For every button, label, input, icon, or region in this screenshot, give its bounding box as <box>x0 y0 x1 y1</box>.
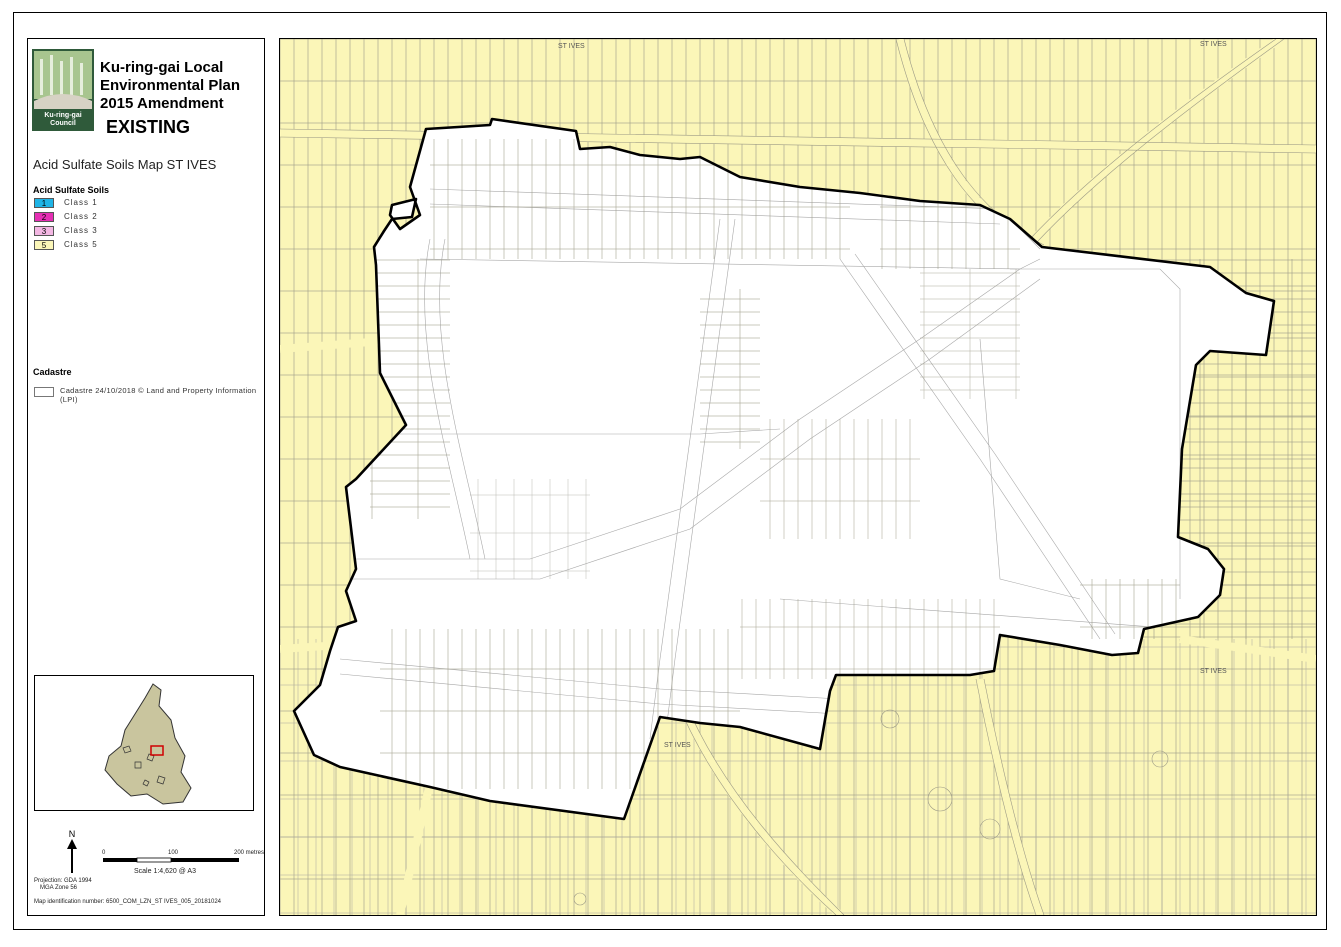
map-frame[interactable]: ST IVES ST IVES ST IVES ST IVES <box>279 38 1317 916</box>
plan-title-line1: Ku-ring-gai Local <box>100 59 224 76</box>
class-1-label: Class 1 <box>64 198 98 207</box>
plan-title-line3: 2015 Amendment <box>100 95 224 112</box>
map-title: Acid Sulfate Soils Map ST IVES <box>33 157 217 172</box>
class-3-label: Class 3 <box>64 226 98 235</box>
north-label: N <box>68 829 76 839</box>
svg-text:Council: Council <box>50 120 76 127</box>
asz-heading: Acid Sulfate Soils <box>33 185 110 195</box>
scale-tick-0: 0 <box>102 850 106 856</box>
lga-outline <box>104 683 192 805</box>
svg-text:ST IVES: ST IVES <box>664 742 691 749</box>
cadastre-swatch <box>34 387 54 397</box>
class-5-swatch: 5 <box>34 240 54 250</box>
scale-tick-200: 200 metres <box>234 850 265 856</box>
class-1-swatch: 1 <box>34 198 54 208</box>
cadastre-heading: Cadastre <box>33 367 72 377</box>
cadastre-text: Cadastre 24/10/2018 © Land and Property … <box>60 386 257 404</box>
projection-line2: MGA Zone 56 <box>40 885 78 891</box>
plan-title-line2: Environmental Plan <box>100 77 241 94</box>
svg-text:ST IVES: ST IVES <box>1200 41 1227 48</box>
svg-text:Ku-ring-gai: Ku-ring-gai <box>44 112 81 119</box>
svg-text:ST IVES: ST IVES <box>558 43 585 50</box>
map-id-text: Map identification number: 6500_COM_LZN_… <box>34 899 222 905</box>
north-arrow-icon <box>67 839 77 873</box>
map-canvas[interactable]: ST IVES ST IVES ST IVES ST IVES <box>280 39 1316 915</box>
status-label: EXISTING <box>106 117 191 137</box>
projection-line1: Projection: GDA 1994 <box>34 878 92 884</box>
class-3-swatch: 3 <box>34 226 54 236</box>
scale-tick-100: 100 <box>168 850 179 856</box>
location-inset-map <box>34 675 254 811</box>
class-5-label: Class 5 <box>64 240 98 249</box>
class-2-swatch: 2 <box>34 212 54 222</box>
plan-title: Ku-ring-gai Local Environmental Plan 201… <box>100 59 240 113</box>
scale-text: Scale 1:4,620 @ A3 <box>134 868 196 875</box>
class-2-label: Class 2 <box>64 212 98 221</box>
svg-text:ST IVES: ST IVES <box>1200 668 1227 675</box>
legend-panel: Ku-ring-gai Council Ku-ring-gai Local En… <box>27 38 265 916</box>
council-logo: Ku-ring-gai Council <box>32 49 94 131</box>
north-arrow: N <box>66 829 78 875</box>
